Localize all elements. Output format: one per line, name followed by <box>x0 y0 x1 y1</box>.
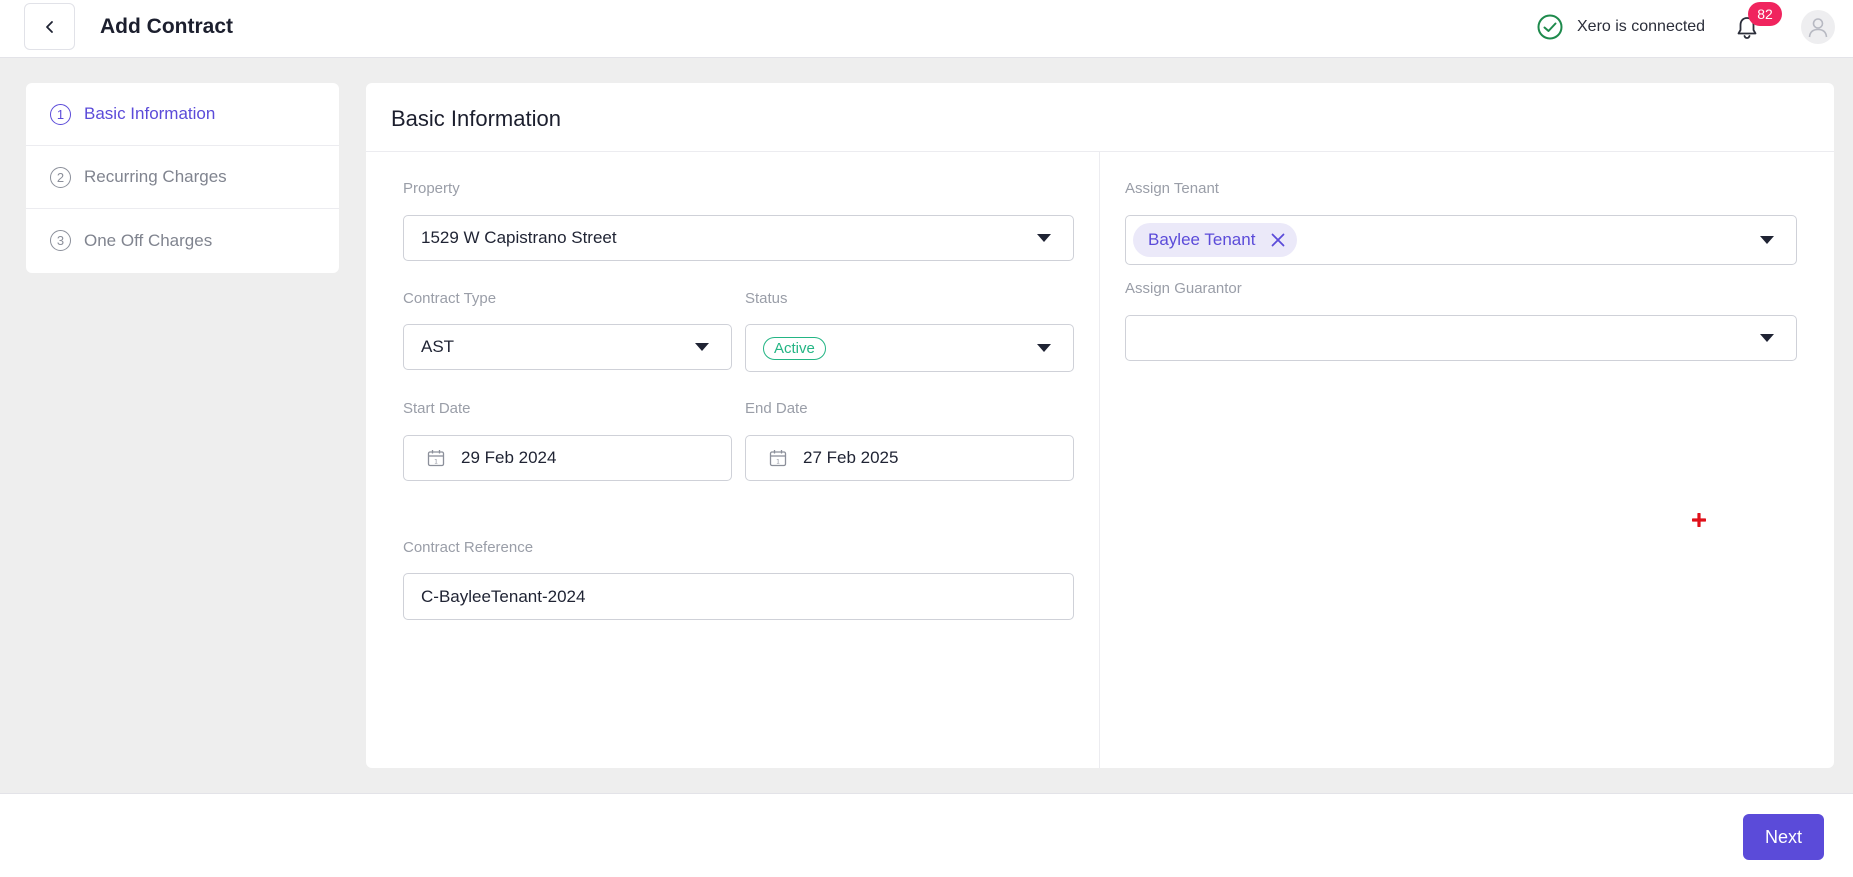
assign-guarantor-select[interactable] <box>1125 315 1797 361</box>
step-label: Recurring Charges <box>84 167 227 186</box>
card-divider <box>366 151 1834 152</box>
status-badge: Active <box>763 336 826 360</box>
contract-reference-label: Contract Reference <box>403 539 534 556</box>
caret-down-icon <box>1760 236 1774 244</box>
footer-bar: Next <box>0 793 1853 877</box>
red-cross-marker-icon <box>1692 513 1706 527</box>
user-icon <box>1808 18 1828 38</box>
back-button[interactable] <box>24 3 75 50</box>
tenant-chip-label: Baylee Tenant <box>1148 230 1256 249</box>
step-number: 3 <box>50 230 71 251</box>
page-title: Add Contract <box>100 15 233 38</box>
svg-text:1: 1 <box>434 458 438 465</box>
assign-tenant-label: Assign Tenant <box>1125 180 1219 197</box>
contract-reference-input[interactable]: C-BayleeTenant-2024 <box>403 573 1074 620</box>
steps-sidebar: 1 Basic Information 2 Recurring Charges … <box>26 83 339 273</box>
basic-information-card: Basic Information Property 1529 W Capist… <box>366 83 1834 768</box>
next-button[interactable]: Next <box>1743 814 1824 860</box>
step-label: One Off Charges <box>84 230 213 250</box>
column-divider <box>1099 152 1100 768</box>
calendar-icon: 1 <box>769 450 787 467</box>
check-circle-icon <box>1537 14 1563 40</box>
assign-tenant-select[interactable]: Baylee Tenant <box>1125 215 1797 265</box>
remove-tenant-button[interactable] <box>1267 229 1289 251</box>
end-date-label: End Date <box>745 400 808 417</box>
property-value: 1529 W Capistrano Street <box>421 228 617 247</box>
step-recurring-charges[interactable]: 2 Recurring Charges <box>26 146 339 209</box>
end-date-field[interactable]: 1 27 Feb 2025 <box>745 435 1074 481</box>
contract-reference-value: C-BayleeTenant-2024 <box>421 586 586 606</box>
step-number: 2 <box>50 166 71 188</box>
chevron-left-icon <box>45 20 53 33</box>
top-header: Add Contract Xero is connected 82 <box>0 0 1853 58</box>
contract-type-value: AST <box>421 337 455 356</box>
contract-type-label: Contract Type <box>403 290 497 307</box>
notification-badge: 82 <box>1748 2 1782 26</box>
start-date-field[interactable]: 1 29 Feb 2024 <box>403 435 732 481</box>
tenant-chip: Baylee Tenant <box>1133 223 1298 257</box>
avatar[interactable] <box>1801 10 1835 44</box>
close-icon <box>1272 233 1285 247</box>
step-one-off-charges[interactable]: 3 One Off Charges <box>26 209 339 272</box>
caret-down-icon <box>1037 234 1051 242</box>
status-select[interactable]: Active <box>745 324 1074 372</box>
end-date-value: 27 Feb 2025 <box>803 448 899 467</box>
calendar-icon: 1 <box>427 450 445 467</box>
svg-text:1: 1 <box>776 458 780 465</box>
assign-guarantor-label: Assign Guarantor <box>1125 280 1242 297</box>
xero-status: Xero is connected <box>1537 14 1705 40</box>
caret-down-icon <box>1037 344 1051 352</box>
property-select[interactable]: 1529 W Capistrano Street <box>403 215 1074 261</box>
xero-status-text: Xero is connected <box>1577 18 1706 35</box>
step-label: Basic Information <box>84 104 216 123</box>
caret-down-icon <box>695 343 709 351</box>
caret-down-icon <box>1760 334 1774 342</box>
start-date-value: 29 Feb 2024 <box>461 448 557 467</box>
step-basic-information[interactable]: 1 Basic Information <box>26 83 339 146</box>
start-date-label: Start Date <box>403 400 471 417</box>
contract-type-select[interactable]: AST <box>403 324 732 370</box>
step-number: 1 <box>50 103 71 125</box>
card-title: Basic Information <box>391 106 561 131</box>
property-label: Property <box>403 180 460 197</box>
status-label: Status <box>745 290 788 307</box>
